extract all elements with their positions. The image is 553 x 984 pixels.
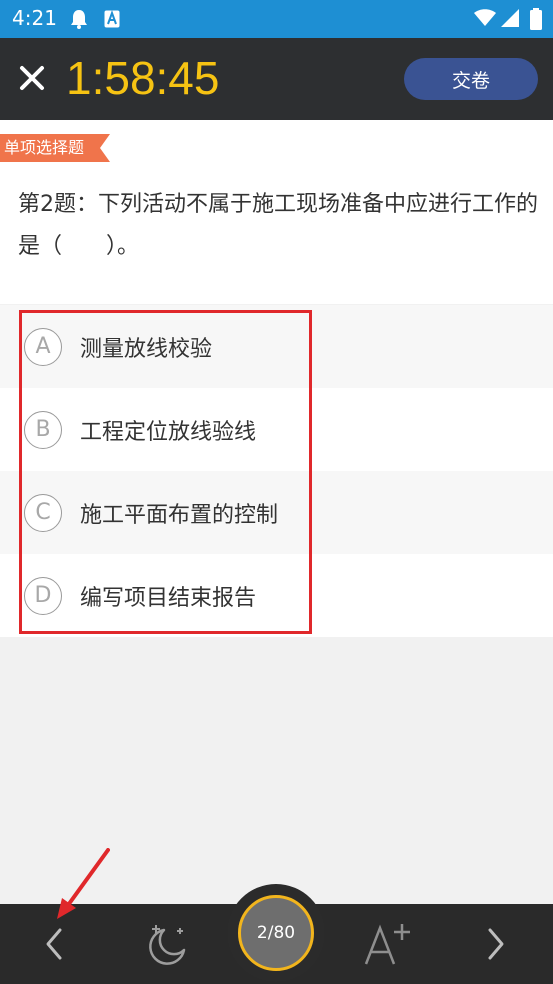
option-text: 工程定位放线验线 xyxy=(80,419,257,445)
close-icon[interactable] xyxy=(14,60,50,96)
font-size-icon[interactable] xyxy=(362,920,414,972)
status-bar: 4:21 xyxy=(0,0,553,38)
question-progress-indicator[interactable]: 2/80 xyxy=(227,884,325,982)
status-time: 4:21 xyxy=(12,6,57,30)
option-d[interactable]: D 编写项目结束报告 xyxy=(0,554,553,637)
option-letter-badge: D xyxy=(24,576,62,615)
option-letter-badge: A xyxy=(24,327,62,366)
progress-ring: 2/80 xyxy=(238,895,314,971)
question-type-tag: 单项选择题 xyxy=(0,134,110,162)
notification-a-icon xyxy=(104,10,120,32)
red-arrow-annotation xyxy=(54,848,110,924)
progress-label: 2/80 xyxy=(256,923,296,943)
question-card: 单项选择题 第2题：下列活动不属于施工现场准备中应进行工作的是（ ）。 xyxy=(0,120,553,304)
option-text: 测量放线校验 xyxy=(80,336,213,362)
night-mode-icon[interactable] xyxy=(142,922,190,972)
bell-icon xyxy=(70,9,88,33)
question-text: 第2题：下列活动不属于施工现场准备中应进行工作的是（ ）。 xyxy=(18,192,538,259)
option-text: 施工平面布置的控制 xyxy=(80,502,279,528)
chevron-right-icon[interactable] xyxy=(480,926,510,966)
exam-header: 1:58:45 交卷 xyxy=(0,38,553,120)
submit-exam-button[interactable]: 交卷 xyxy=(404,58,538,100)
question-type-label: 单项选择题 xyxy=(4,138,85,157)
option-a[interactable]: A 测量放线校验 xyxy=(0,305,553,388)
chevron-left-icon[interactable] xyxy=(40,926,70,966)
option-text: 编写项目结束报告 xyxy=(80,585,257,611)
signal-icon xyxy=(501,9,519,31)
wifi-icon xyxy=(474,9,496,31)
countdown-timer: 1:58:45 xyxy=(66,52,220,104)
battery-icon xyxy=(530,8,542,34)
option-letter-badge: C xyxy=(24,493,62,532)
option-b[interactable]: B 工程定位放线验线 xyxy=(0,388,553,471)
option-letter-badge: B xyxy=(24,410,62,449)
option-c[interactable]: C 施工平面布置的控制 xyxy=(0,471,553,554)
